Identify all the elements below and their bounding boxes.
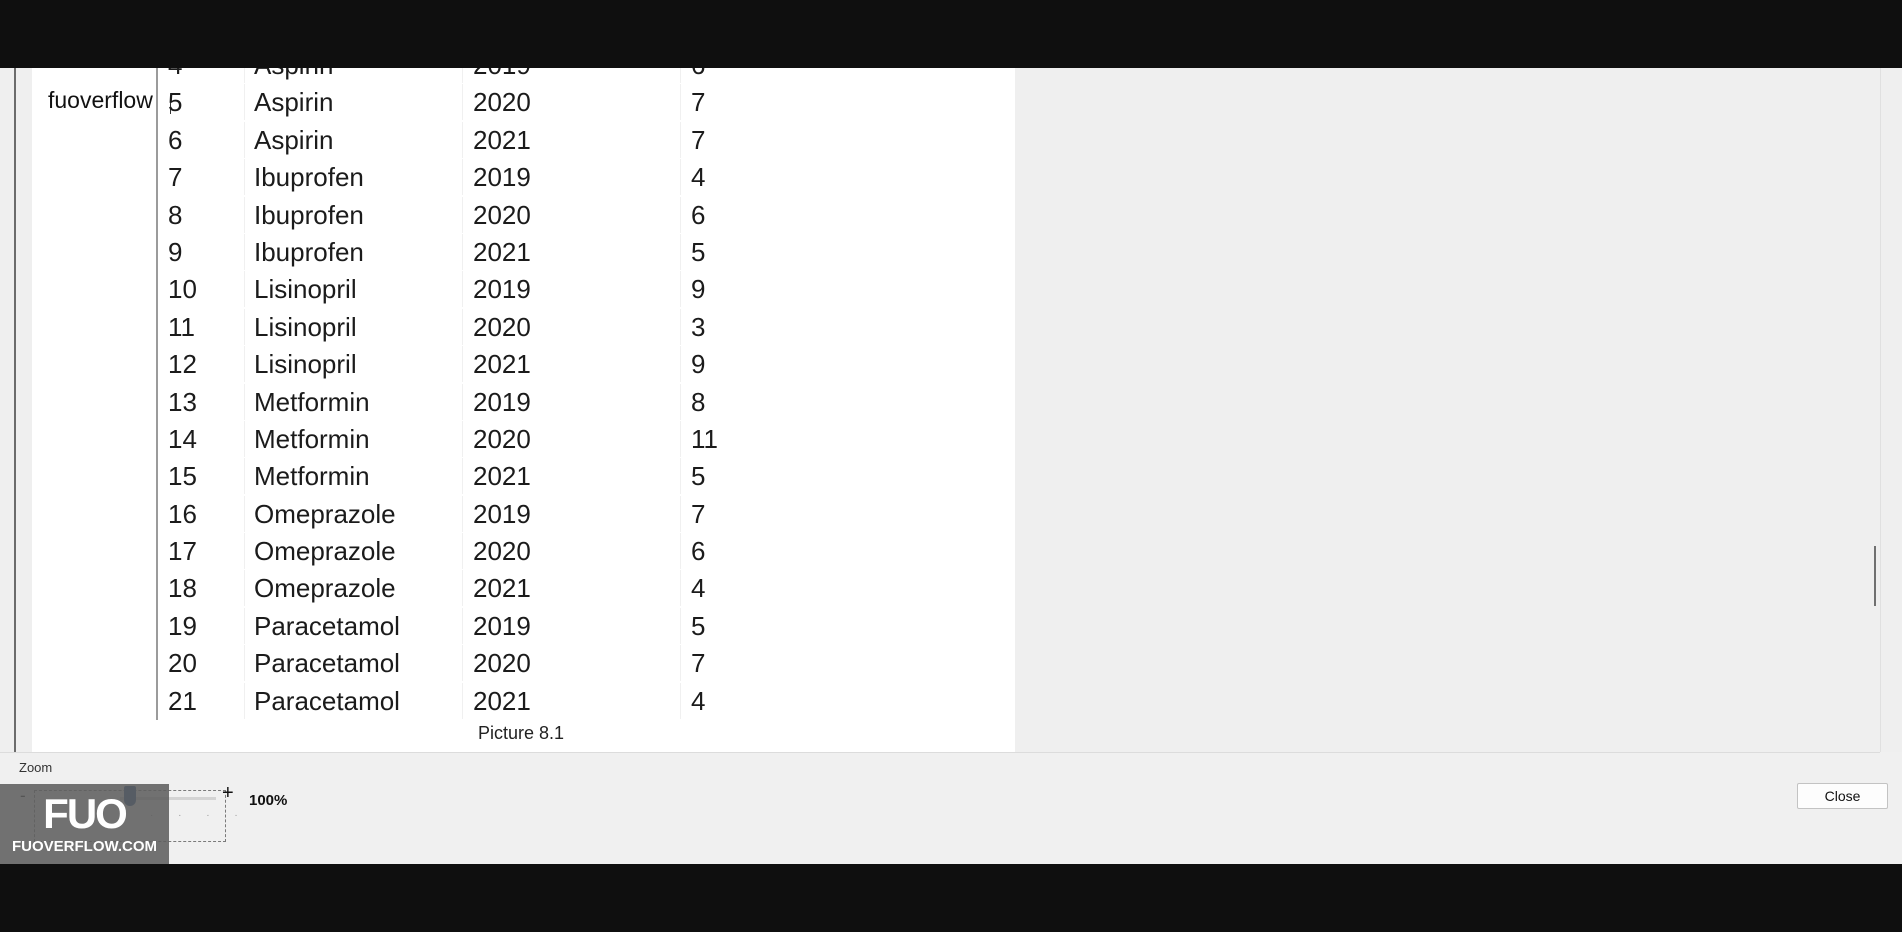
drug-name-cell: Aspirin <box>244 121 454 158</box>
row-number-cell: 20 <box>168 648 197 679</box>
row-number-cell: 7 <box>168 162 183 193</box>
row-number-cell: 21 <box>168 685 197 716</box>
preview-pane[interactable]: fuoverflow 4Aspirin201965Aspirin202076As… <box>0 68 1880 753</box>
row-number-cell: 4 <box>168 68 234 83</box>
row-number-cell: 11 <box>168 311 195 342</box>
data-table: 4Aspirin201965Aspirin202076Aspirin202177… <box>156 68 718 721</box>
row-number-cell: 16 <box>168 498 197 529</box>
year-cell: 2020 <box>462 196 678 233</box>
row-number-cell: 5 <box>168 87 183 118</box>
drug-name-cell: Omeprazole <box>244 495 454 532</box>
count-cell: 4 <box>680 682 921 719</box>
count-cell: 3 <box>680 308 921 345</box>
drug-name-cell: Lisinopril <box>244 308 454 345</box>
year-cell: 2019 <box>462 495 678 532</box>
year-cell: 2021 <box>462 121 678 158</box>
count-cell: 7 <box>680 84 921 121</box>
count-cell: 5 <box>680 458 921 495</box>
row-number-cell: 9 <box>168 236 183 267</box>
drug-name-cell: Ibuprofen <box>244 196 454 233</box>
letterbox-top <box>0 0 1902 68</box>
figure-caption: Picture 8.1 <box>478 723 565 743</box>
year-cell: 2019 <box>462 271 678 308</box>
watermark-logo-mark: FUO <box>43 790 128 837</box>
year-cell: 2021 <box>462 346 678 383</box>
count-cell: 7 <box>680 121 921 158</box>
vertical-scroll-thumb[interactable] <box>1874 546 1876 606</box>
year-cell: 2019 <box>462 607 678 644</box>
close-button[interactable]: Close <box>1797 783 1888 809</box>
year-cell: 2020 <box>462 308 678 345</box>
count-cell: 6 <box>680 533 921 570</box>
count-cell: 4 <box>680 159 921 196</box>
count-cell: 6 <box>680 196 921 233</box>
vertical-scrollbar[interactable] <box>1880 68 1902 752</box>
row-number-cell: 10 <box>168 274 197 305</box>
drug-name-cell: Metformin <box>244 458 454 495</box>
watermark-site-text: FUOVERFLOW.COM <box>12 838 157 855</box>
document-label: fuoverflow <box>42 86 159 117</box>
drug-name-cell: Metformin <box>244 420 454 457</box>
plus-icon[interactable]: + <box>222 782 234 805</box>
row-number-cell: 8 <box>168 199 183 230</box>
row-number-cell: 13 <box>168 386 197 417</box>
drug-name-cell: Paracetamol <box>244 607 454 644</box>
count-cell: 5 <box>680 607 921 644</box>
year-cell: 2020 <box>462 420 678 457</box>
count-cell: 9 <box>680 346 921 383</box>
drug-name-cell: Paracetamol <box>244 645 454 682</box>
zoom-value: 100% <box>249 792 288 809</box>
year-cell: 2021 <box>462 458 678 495</box>
letterbox-bottom <box>0 864 1902 932</box>
row-number-cell: 18 <box>168 573 197 604</box>
drug-name-cell: Metformin <box>244 383 454 420</box>
drug-name-cell: Aspirin <box>244 84 454 121</box>
zoom-label: Zoom <box>19 760 53 775</box>
drug-name-cell: Omeprazole <box>244 570 454 607</box>
drug-name-cell: Ibuprofen <box>244 233 454 270</box>
year-cell: 2020 <box>462 84 678 121</box>
row-number-cell: 14 <box>168 423 197 454</box>
year-cell: 2021 <box>462 233 678 270</box>
row-number-cell: 19 <box>168 610 197 641</box>
year-cell: 2020 <box>462 533 678 570</box>
watermark-logo: FUO FUOVERFLOW.COM <box>0 784 169 864</box>
year-cell: 2019 <box>462 383 678 420</box>
drug-name-cell: Ibuprofen <box>244 159 454 196</box>
row-number-cell: 12 <box>168 349 197 380</box>
count-cell: 11 <box>680 420 921 457</box>
row-number-cell: 17 <box>168 536 197 567</box>
count-cell: 6 <box>680 68 921 83</box>
year-cell: 2021 <box>462 682 678 719</box>
drug-name-cell: Omeprazole <box>244 533 454 570</box>
count-cell: 7 <box>680 495 921 532</box>
drug-name-cell: Lisinopril <box>244 271 454 308</box>
count-cell: 8 <box>680 383 921 420</box>
document-page: fuoverflow 4Aspirin201965Aspirin202076As… <box>32 68 1015 752</box>
count-cell: 5 <box>680 233 921 270</box>
year-cell: 2019 <box>462 159 678 196</box>
year-cell: 2020 <box>462 645 678 682</box>
drug-name-cell: Paracetamol <box>244 682 454 719</box>
left-scroll-rule <box>14 68 16 752</box>
year-cell: 2021 <box>462 570 678 607</box>
print-preview-window: fuoverflow 4Aspirin201965Aspirin202076As… <box>0 68 1902 864</box>
drug-name-cell: Lisinopril <box>244 346 454 383</box>
drug-name-cell: Aspirin <box>244 68 454 83</box>
count-cell: 4 <box>680 570 921 607</box>
year-cell: 2019 <box>462 68 678 83</box>
count-cell: 7 <box>680 645 921 682</box>
row-number-cell: 6 <box>168 124 183 155</box>
row-number-cell: 15 <box>168 461 197 492</box>
count-cell: 9 <box>680 271 921 308</box>
